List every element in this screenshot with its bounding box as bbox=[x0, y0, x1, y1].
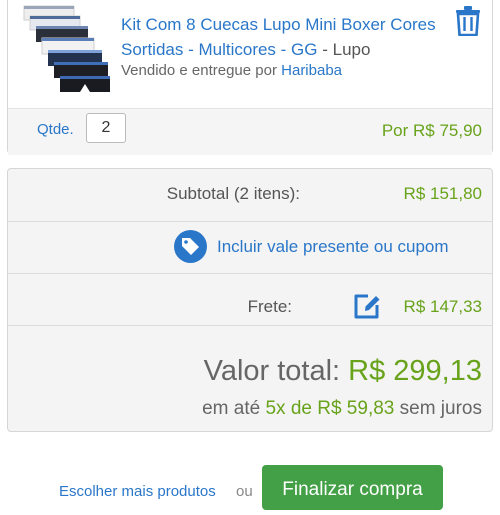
coupon-link[interactable]: Incluir vale presente ou cupom bbox=[217, 237, 449, 257]
quantity-input[interactable] bbox=[86, 113, 126, 143]
trash-icon[interactable] bbox=[455, 6, 481, 37]
shipping-value: R$ 147,33 bbox=[403, 297, 482, 316]
installments-value: 5x de R$ 59,83 bbox=[265, 398, 395, 419]
subtotal-value: R$ 151,80 bbox=[403, 184, 482, 203]
edit-icon[interactable] bbox=[352, 291, 382, 321]
total-line: Valor total: R$ 299,13 bbox=[204, 355, 482, 388]
continue-shopping-link[interactable]: Escolher mais produtos bbox=[59, 483, 216, 500]
seller-link[interactable]: Haribaba bbox=[281, 62, 342, 79]
quantity-row: Qtde. Por R$ 75,90 bbox=[8, 108, 492, 155]
product-title[interactable]: Kit Com 8 Cuecas Lupo Mini Boxer Cores S… bbox=[121, 12, 451, 62]
total-label: Valor total: bbox=[203, 355, 349, 387]
or-separator: ou bbox=[236, 483, 253, 500]
quantity-label: Qtde. bbox=[37, 121, 74, 138]
checkout-button[interactable]: Finalizar compra bbox=[262, 465, 443, 510]
seller-prefix: Vendido e entregue por bbox=[121, 62, 282, 79]
product-thumbnail[interactable] bbox=[18, 4, 118, 96]
shipping-label: Frete: bbox=[247, 297, 292, 316]
cart-item-card: Kit Com 8 Cuecas Lupo Mini Boxer Cores S… bbox=[7, 0, 493, 155]
subtotal-label: Subtotal (2 itens): bbox=[166, 184, 300, 203]
product-name[interactable]: Kit Com 8 Cuecas Lupo Mini Boxer Cores S… bbox=[121, 15, 436, 59]
total-value: R$ 299,13 bbox=[348, 355, 482, 387]
order-summary: Subtotal (2 itens): R$ 151,80 Incluir va… bbox=[7, 168, 493, 432]
installments-prefix: em até bbox=[202, 398, 266, 419]
product-brand: Lupo bbox=[332, 40, 371, 59]
installments-suffix: sem juros bbox=[394, 398, 482, 419]
tag-icon[interactable] bbox=[174, 230, 207, 263]
seller-info: Vendido e entregue por Haribaba bbox=[121, 62, 342, 79]
installments-line: em até 5x de R$ 59,83 sem juros bbox=[202, 398, 482, 420]
unit-price: Por R$ 75,90 bbox=[381, 121, 482, 140]
brand-separator: - bbox=[317, 40, 333, 59]
